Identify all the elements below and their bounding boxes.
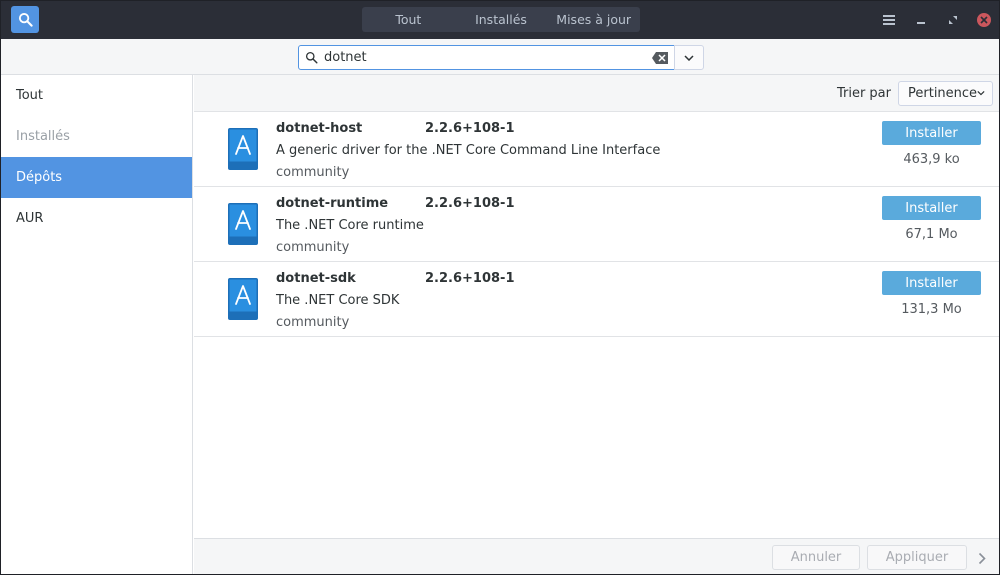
maximize-icon[interactable] <box>945 12 961 28</box>
search-entry <box>298 45 675 70</box>
sidebar: Tout Installés Dépôts AUR <box>1 75 193 574</box>
package-icon <box>228 203 258 245</box>
bottom-action-bar: Annuler Appliquer <box>194 538 999 574</box>
minimize-icon[interactable] <box>913 12 929 28</box>
package-version: 2.2.6+108-1 <box>425 121 515 136</box>
package-row[interactable]: dotnet-host 2.2.6+108-1 A generic driver… <box>194 112 999 187</box>
package-icon <box>228 128 258 170</box>
package-name: dotnet-runtime <box>276 196 389 211</box>
tab-tout[interactable]: Tout <box>362 7 455 32</box>
chevron-down-icon <box>684 54 694 61</box>
sort-bar: Trier par Pertinence <box>194 75 999 112</box>
install-button[interactable]: Installer <box>882 271 981 295</box>
install-button[interactable]: Installer <box>882 121 981 145</box>
main-content: Trier par Pertinence dotnet-host 2.2.6+1… <box>194 75 999 538</box>
window-controls <box>881 11 991 29</box>
package-repo: community <box>276 240 350 255</box>
chevron-down-icon <box>977 90 985 96</box>
package-row[interactable]: dotnet-sdk 2.2.6+108-1 The .NET Core SDK… <box>194 262 999 337</box>
sidebar-item-installes[interactable]: Installés <box>1 116 192 157</box>
headerbar: Tout Installés Mises à jour <box>1 1 999 39</box>
sidebar-item-depots[interactable]: Dépôts <box>1 157 192 198</box>
package-size: 131,3 Mo <box>901 302 962 317</box>
package-size: 67,1 Mo <box>905 227 958 242</box>
package-icon <box>228 278 258 320</box>
package-repo: community <box>276 165 350 180</box>
tab-mises-a-jour[interactable]: Mises à jour <box>547 7 640 32</box>
close-icon[interactable] <box>977 13 991 27</box>
view-switcher: Tout Installés Mises à jour <box>362 7 640 32</box>
package-row[interactable]: dotnet-runtime 2.2.6+108-1 The .NET Core… <box>194 187 999 262</box>
package-version: 2.2.6+108-1 <box>425 196 515 211</box>
tab-installes[interactable]: Installés <box>455 7 548 32</box>
cancel-button[interactable]: Annuler <box>772 545 860 570</box>
package-name: dotnet-host <box>276 121 363 136</box>
search-bar <box>1 39 999 75</box>
sidebar-item-aur[interactable]: AUR <box>1 198 192 239</box>
package-name: dotnet-sdk <box>276 271 356 286</box>
sort-select[interactable]: Pertinence <box>898 80 993 106</box>
clear-search-icon[interactable] <box>652 51 668 64</box>
package-description: A generic driver for the .NET Core Comma… <box>276 143 661 158</box>
install-button[interactable]: Installer <box>882 196 981 220</box>
sidebar-item-tout[interactable]: Tout <box>1 75 192 116</box>
apply-button[interactable]: Appliquer <box>867 545 967 570</box>
package-size: 463,9 ko <box>903 152 960 167</box>
hamburger-menu-icon[interactable] <box>881 12 897 28</box>
search-history-dropdown[interactable] <box>674 45 704 70</box>
package-description: The .NET Core SDK <box>276 293 400 308</box>
sort-label: Trier par <box>836 85 891 101</box>
package-description: The .NET Core runtime <box>276 218 424 233</box>
package-list: dotnet-host 2.2.6+108-1 A generic driver… <box>194 112 999 337</box>
pamac-window: Tout Installés Mises à jour dotnet Tout … <box>0 0 1000 575</box>
package-repo: community <box>276 315 350 330</box>
sort-selected-value: Pertinence <box>908 85 978 101</box>
search-icon <box>305 51 318 64</box>
package-version: 2.2.6+108-1 <box>425 271 515 286</box>
search-toggle-button[interactable] <box>11 6 39 33</box>
chevron-right-icon[interactable] <box>972 547 992 569</box>
search-icon <box>18 12 33 27</box>
search-input[interactable] <box>324 50 652 65</box>
